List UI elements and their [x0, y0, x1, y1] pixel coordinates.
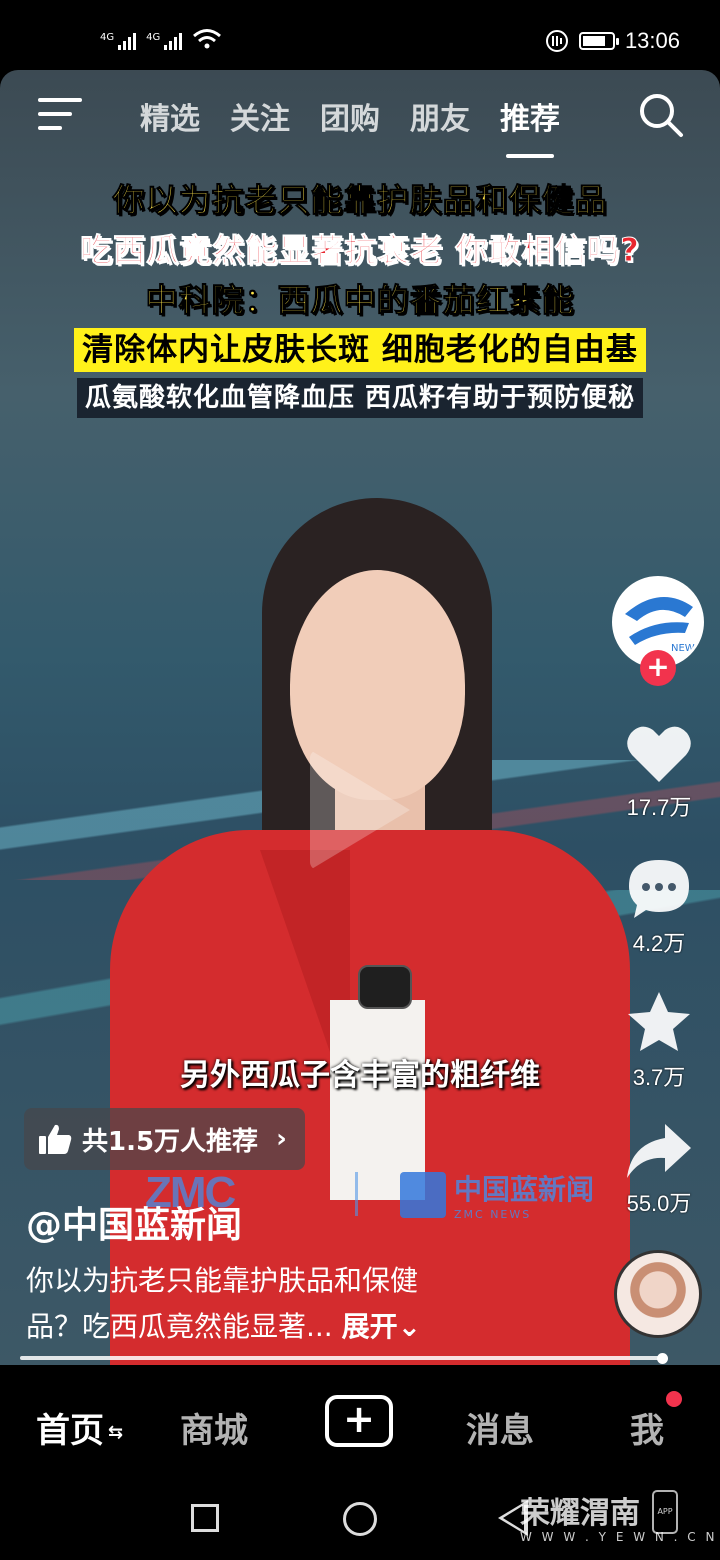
expand-label: 展开 [341, 1310, 398, 1343]
site-watermark-name: 荣耀渭南 [520, 1496, 640, 1531]
nav-home[interactable]: 首页 ⇆ [36, 1403, 123, 1452]
status-bar: 4G 4G 13:06 [0, 0, 720, 70]
caption-line-2: 吃西瓜竟然能显著抗衰老 你敢相信吗? [80, 231, 640, 270]
swap-icon: ⇆ [108, 1422, 124, 1443]
battery-icon [578, 32, 619, 50]
network-type-label: 4G [100, 32, 115, 43]
network-type-label: 4G [146, 32, 161, 43]
recommend-pill[interactable]: 共1.5万人推荐 › [24, 1108, 305, 1170]
logo-divider [355, 1172, 358, 1216]
home-icon[interactable] [343, 1502, 377, 1536]
nav-home-label: 首页 [36, 1411, 104, 1451]
star-icon [628, 992, 690, 1051]
share-button[interactable]: 55.0万 [600, 1122, 718, 1218]
nav-me[interactable]: 我 [630, 1403, 664, 1452]
zmc-news-logo-mark [400, 1171, 446, 1218]
battery-level [582, 36, 605, 46]
feed-tabs: 精选 关注 团购 朋友 推荐 [140, 94, 560, 158]
description-line-1: 你以为抗老只能靠护肤品和保健 [26, 1264, 419, 1297]
notification-dot [666, 1391, 682, 1407]
chevron-right-icon: › [276, 1124, 287, 1154]
top-nav: 精选 关注 团购 朋友 推荐 [0, 70, 720, 162]
signal-1-icon: 4G [100, 32, 137, 50]
create-button[interactable]: + [325, 1395, 393, 1447]
nav-shop[interactable]: 商城 [180, 1403, 248, 1452]
video-caption-block: 你以为抗老只能靠护肤品和保健品 吃西瓜竟然能显著抗衰老 你敢相信吗? 中科院：西… [0, 178, 720, 418]
comment-count: 4.2万 [632, 931, 686, 956]
video-progress-bar[interactable] [20, 1356, 663, 1360]
caption-line-5: 瓜氨酸软化血管降血压 西瓜籽有助于预防便秘 [76, 378, 644, 418]
caption-line-4: 清除体内让皮肤长斑 细胞老化的自由基 [74, 328, 646, 372]
video-description[interactable]: 你以为抗老只能靠护肤品和保健 品？吃西瓜竟然能显著... 展开⌄ [26, 1258, 516, 1350]
recents-icon[interactable] [191, 1504, 219, 1532]
zmc-news-logo-text: 中国蓝新闻 [454, 1173, 595, 1206]
zmc-news-logo-subtext: ZMC NEWS [454, 1208, 532, 1221]
tab-featured[interactable]: 精选 [140, 94, 200, 138]
wifi-icon [193, 29, 222, 49]
recommend-label: 共1.5万人推荐 [82, 1126, 259, 1157]
tab-friends[interactable]: 朋友 [410, 94, 470, 138]
author-name[interactable]: @中国蓝新闻 [26, 1196, 242, 1248]
caption-line-1: 你以为抗老只能靠护肤品和保健品 [112, 181, 608, 220]
search-icon[interactable] [638, 92, 684, 138]
comment-button[interactable]: 4.2万 [600, 858, 718, 958]
chevron-down-icon: ⌄ [397, 1310, 422, 1343]
progress-handle[interactable] [657, 1353, 668, 1364]
site-watermark-url: W W W . Y E W N . C N [520, 1530, 718, 1544]
share-count: 55.0万 [626, 1191, 692, 1216]
nfc-icon [545, 30, 568, 52]
like-button[interactable]: 17.7万 [600, 722, 718, 822]
share-arrow-icon [627, 1124, 691, 1178]
tab-following[interactable]: 关注 [230, 94, 290, 138]
lapel-mic [358, 965, 412, 1009]
thumbs-up-icon [39, 1124, 72, 1154]
nav-messages[interactable]: 消息 [466, 1403, 534, 1452]
menu-icon[interactable] [38, 98, 82, 132]
comment-icon [629, 860, 689, 918]
clock: 13:06 [624, 28, 680, 53]
like-count: 17.7万 [626, 795, 692, 820]
app-badge-icon: APP [652, 1490, 678, 1534]
music-disc-avatar[interactable] [614, 1250, 702, 1338]
follow-button[interactable]: + [640, 650, 676, 686]
favorite-button[interactable]: 3.7万 [600, 990, 718, 1092]
caption-line-3: 中科院：西瓜中的番茄红素能 [145, 281, 575, 320]
description-line-2: 品？吃西瓜竟然能显著... [26, 1310, 333, 1343]
favorite-count: 3.7万 [632, 1065, 686, 1090]
signal-2-icon: 4G [146, 32, 183, 50]
tab-recommend[interactable]: 推荐 [500, 94, 560, 158]
zmc-news-logo: 中国蓝新闻 ZMC NEWS [400, 1168, 594, 1221]
bottom-nav: 首页 ⇆ 商城 + 消息 我 [0, 1365, 720, 1480]
site-watermark: 荣耀渭南 W W W . Y E W N . C N [520, 1488, 717, 1544]
tab-group-buy[interactable]: 团购 [320, 94, 380, 138]
signal-group: 4G 4G [100, 28, 222, 50]
heart-icon [627, 726, 691, 782]
expand-button[interactable]: 展开⌄ [342, 1310, 421, 1343]
